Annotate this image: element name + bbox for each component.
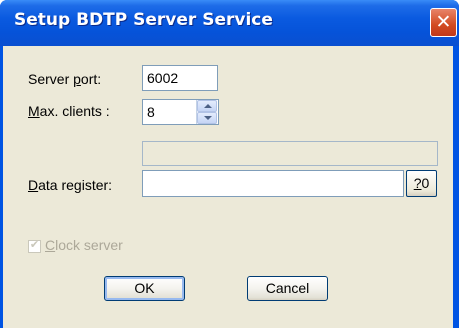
checkmark-icon: ✔ <box>29 238 40 251</box>
data-register-input[interactable] <box>142 170 404 197</box>
dialog-window: Setup BDTP Server Service ✕ Server port:… <box>0 0 459 328</box>
max-clients-spinner[interactable] <box>196 100 217 124</box>
data-register-display <box>142 141 438 166</box>
clock-server-checkbox[interactable]: ✔ <box>28 238 41 253</box>
chevron-down-icon <box>204 116 212 120</box>
cancel-button[interactable]: Cancel <box>247 276 328 301</box>
data-register-label: Data register: <box>28 177 113 193</box>
server-port-input[interactable]: 6002 <box>142 65 218 91</box>
ok-button[interactable]: OK <box>104 276 185 301</box>
dialog-body: Server port: 6002 Max. clients : 8 Data … <box>3 46 453 328</box>
window-title: Setup BDTP Server Service <box>14 10 273 30</box>
spin-up-button[interactable] <box>197 100 217 112</box>
chevron-up-icon <box>204 104 212 108</box>
close-button[interactable]: ✕ <box>430 8 457 37</box>
spin-down-button[interactable] <box>197 112 217 124</box>
server-port-label: Server port: <box>28 71 102 87</box>
max-clients-value: 8 <box>147 104 155 120</box>
clock-server-label: Clock server <box>45 237 123 253</box>
title-bar[interactable]: Setup BDTP Server Service ✕ <box>0 0 459 46</box>
max-clients-label: Max. clients : <box>28 103 110 119</box>
close-icon: ✕ <box>435 11 452 33</box>
data-register-browse-button[interactable]: ?0 <box>406 170 437 197</box>
